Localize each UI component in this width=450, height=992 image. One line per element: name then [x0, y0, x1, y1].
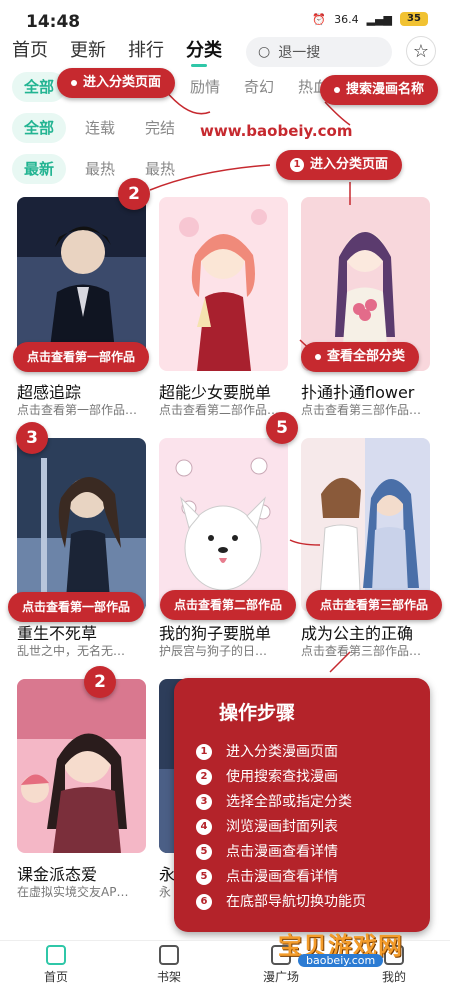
annotation-view-all-category: 查看全部分类	[301, 342, 420, 372]
status-bar: 14:48 ⏰ 36.4 ▂▄▆ 35	[0, 0, 450, 34]
wifi-icon: ▂▄▆	[366, 12, 392, 26]
comic-title: 扑通扑通flower	[301, 383, 415, 402]
annotation-view-second: 点击查看第二部作品	[160, 590, 297, 620]
battery-icon: 35	[400, 12, 428, 26]
comic-desc: 在虚拟实境交友AP…	[17, 885, 129, 899]
bookshelf-icon	[159, 945, 179, 965]
alarm-icon: ⏰	[312, 12, 327, 26]
comic-cover[interactable]	[159, 438, 288, 612]
step-badge: 5	[266, 412, 298, 444]
steps-panel: 操作步骤 1 进入分类漫画页面 2 使用搜索查找漫画 3 选择全部或指定分类 4 浏览漫…	[174, 678, 430, 932]
filter-status-finished[interactable]: 完结	[145, 113, 175, 143]
step-item: 2 使用搜索查找漫画	[196, 766, 338, 786]
step-badge: 2	[84, 666, 116, 698]
comic-cover[interactable]	[17, 679, 146, 853]
comic-cover[interactable]	[159, 197, 288, 371]
comic-cover[interactable]	[301, 438, 430, 612]
annotation-view-third: 点击查看第三部作品	[306, 590, 443, 620]
search-icon: ○	[258, 44, 271, 60]
cover-art	[301, 438, 430, 612]
watermark-domain: baobeiy.com	[298, 954, 384, 967]
annotation-search-comic: 搜索漫画名称	[320, 75, 439, 105]
comic-desc: 点击查看第三部作品…	[301, 644, 422, 658]
search-placeholder: 退一搜	[278, 45, 321, 61]
cover-art	[159, 197, 288, 371]
tab-ranking[interactable]: 排行	[128, 36, 164, 62]
sort-hottest-2[interactable]: 最热	[145, 154, 175, 184]
annotation-enter-category: 进入分类页面	[57, 68, 176, 98]
step-item: 6 在底部导航切换功能页	[196, 891, 366, 911]
annotation-view-first: 点击查看第一部作品	[13, 342, 150, 372]
step-item: 3 选择全部或指定分类	[196, 791, 352, 811]
app-screen: 14:48 ⏰ 36.4 ▂▄▆ 35 首页 更新 排行 分类 ○ 退一搜 ☆ …	[0, 0, 450, 992]
comic-desc: 乱世之中，无名无…	[17, 644, 126, 658]
comic-cover[interactable]	[17, 438, 146, 612]
annotation-enter-category-2: 1 进入分类页面	[276, 150, 403, 180]
cover-art	[17, 438, 146, 612]
step-badge: 2	[118, 178, 150, 210]
comic-title: 成为公主的正确	[301, 624, 414, 643]
comic-title: 我的狗子要脱单	[159, 624, 272, 643]
tab-category[interactable]: 分类	[186, 36, 222, 62]
home-icon	[46, 945, 66, 965]
sort-hottest[interactable]: 最热	[85, 154, 115, 184]
comic-title: 重生不死草	[17, 624, 98, 643]
bottom-nav-bookshelf[interactable]: 书架	[139, 945, 199, 985]
search-input[interactable]: ○ 退一搜	[246, 37, 392, 67]
tab-home[interactable]: 首页	[12, 36, 48, 62]
step-item: 4 浏览漫画封面列表	[196, 816, 338, 836]
step-item: 5 点击漫画查看详情	[196, 841, 338, 861]
tab-update[interactable]: 更新	[70, 36, 106, 62]
bottom-nav-home[interactable]: 首页	[26, 945, 86, 985]
step-badge: 3	[16, 422, 48, 454]
filter-genre-inspire[interactable]: 励情	[190, 72, 220, 102]
watermark-url: www.baobeiy.com	[200, 122, 353, 140]
sort-newest[interactable]: 最新	[12, 154, 67, 184]
cover-art	[159, 438, 288, 612]
status-icons: ⏰ 36.4 ▂▄▆ 35	[312, 12, 428, 26]
filter-genre-fantasy[interactable]: 奇幻	[244, 72, 274, 102]
step-item: 5 点击漫画查看详情	[196, 866, 338, 886]
cover-art	[17, 679, 146, 853]
favorite-star-icon[interactable]: ☆	[406, 36, 436, 66]
annotation-view-first-2: 点击查看第一部作品	[8, 592, 145, 622]
comic-title: 超感追踪	[17, 383, 82, 402]
filter-status-all[interactable]: 全部	[12, 113, 67, 143]
comic-title: 超能少女要脱单	[159, 383, 272, 402]
step-item: 1 进入分类漫画页面	[196, 741, 338, 761]
filter-status-ongoing[interactable]: 连载	[85, 113, 115, 143]
steps-title: 操作步骤	[219, 702, 296, 724]
comic-desc: 点击查看第一部作品…	[17, 403, 138, 417]
active-tab-indicator	[191, 64, 207, 67]
comic-desc: 点击查看第三部作品…	[301, 403, 422, 417]
signal-speed: 36.4	[334, 12, 359, 26]
comic-title: 课金派态爱	[17, 865, 98, 884]
site-watermark-logo: 宝贝游戏网 baobeiy.com	[278, 926, 428, 974]
comic-desc: 护辰宫与狗子的日…	[159, 644, 268, 658]
status-time: 14:48	[26, 12, 81, 32]
